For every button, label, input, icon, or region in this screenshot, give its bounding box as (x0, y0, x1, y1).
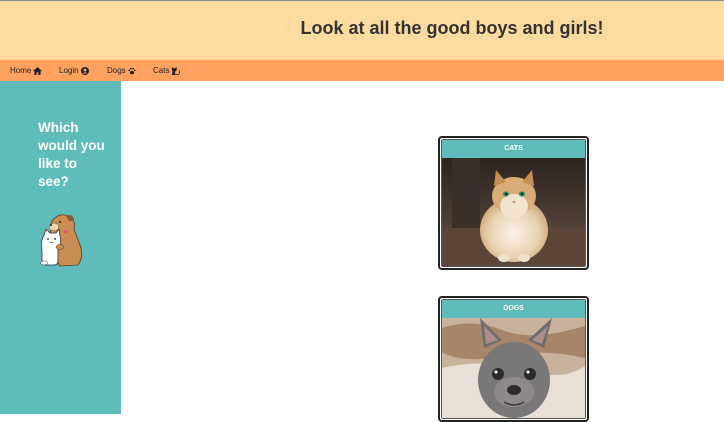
cat-icon (171, 66, 181, 75)
sidebar: Which would you like to see? (0, 81, 121, 414)
page-title: Look at all the good boys and girls! (300, 18, 604, 38)
nav-item-home[interactable]: Home (10, 66, 43, 75)
user-circle-icon (80, 66, 89, 75)
nav-item-cats[interactable]: Cats (153, 66, 181, 75)
paw-icon (128, 67, 136, 75)
dogs-card[interactable]: DOGS (438, 296, 589, 422)
card-title: CATS (442, 140, 585, 158)
fluffy-cat-photo (442, 158, 585, 266)
french-bulldog-photo (442, 318, 585, 418)
nav-item-label: Dogs (107, 66, 126, 75)
nav-item-label: Login (59, 66, 79, 75)
dog-and-cat-hugging-illustration (36, 209, 86, 274)
main-content (121, 81, 724, 414)
top-nav-bar: Home Login Dogs Cats (0, 60, 724, 81)
nav-item-label: Cats (153, 66, 170, 75)
nav-item-login[interactable]: Login (59, 66, 89, 75)
card-title: DOGS (442, 300, 585, 318)
sidebar-question: Which would you like to see? (38, 120, 105, 189)
page-header: Look at all the good boys and girls! (0, 0, 724, 60)
nav-item-label: Home (10, 66, 32, 75)
nav-item-dogs[interactable]: Dogs (107, 66, 136, 75)
home-icon (33, 66, 43, 75)
cats-card[interactable]: CATS (438, 136, 589, 270)
